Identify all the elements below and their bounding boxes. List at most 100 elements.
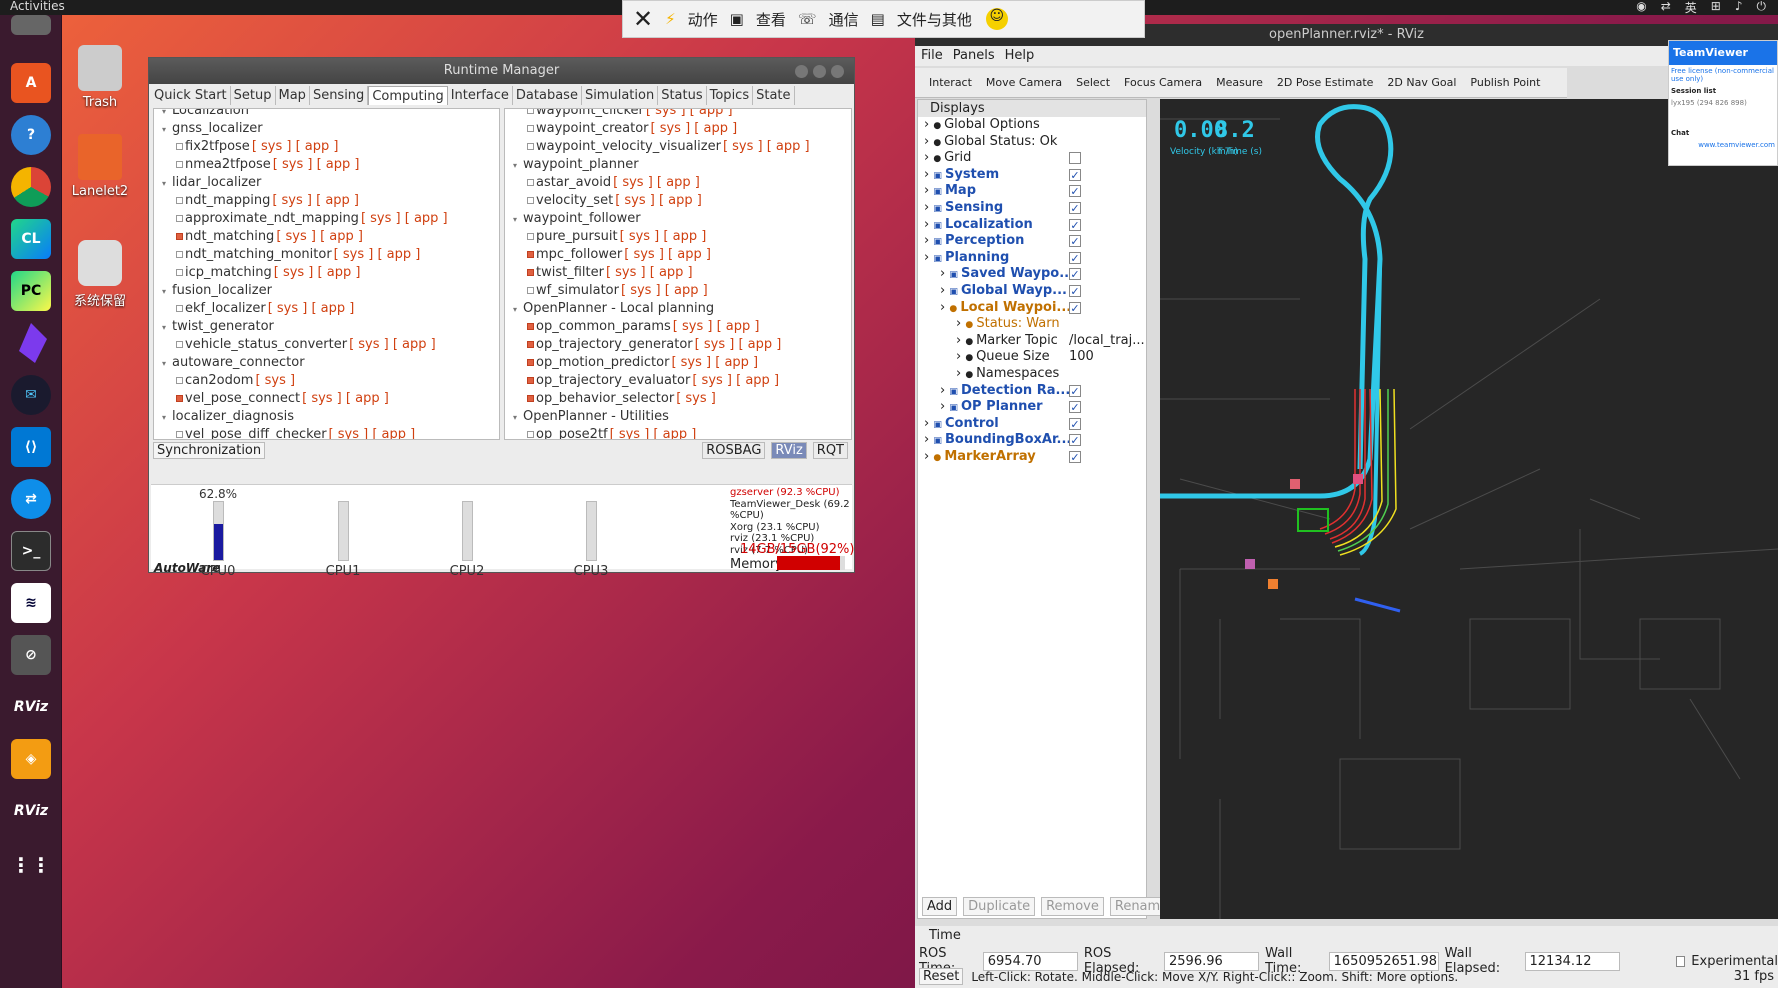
list-item[interactable]: waypoint_velocity_visualizer[ sys ] [ ap…	[505, 138, 851, 156]
expand-icon[interactable]: ›	[924, 200, 933, 215]
menu-files[interactable]: 文件与其他	[897, 9, 972, 30]
display-row[interactable]: › ● Global Status: Ok	[918, 134, 1146, 151]
help-icon[interactable]: ?	[11, 115, 51, 155]
node-checkbox[interactable]	[527, 431, 534, 438]
node-checkbox[interactable]	[176, 251, 183, 258]
chrome-tray-icon[interactable]: ◉	[1636, 0, 1646, 16]
app-link[interactable]: [ app ]	[690, 121, 737, 136]
display-row[interactable]: › ● Namespaces	[918, 366, 1146, 383]
list-item[interactable]: fix2tfpose[ sys ] [ app ]	[154, 138, 499, 156]
node-checkbox[interactable]	[527, 269, 534, 276]
expand-icon[interactable]: ›	[956, 349, 965, 364]
app-link[interactable]: [ app ]	[659, 229, 706, 244]
list-item[interactable]: ndt_matching[ sys ] [ app ]	[154, 228, 499, 246]
autoware-icon[interactable]: ≋	[11, 583, 51, 623]
sys-link[interactable]: [ sys ]	[274, 265, 314, 280]
display-row[interactable]: › ▣ Planning ✓	[918, 250, 1146, 267]
display-checkbox[interactable]: ✓	[1069, 284, 1081, 297]
display-checkbox[interactable]: ✓	[1069, 235, 1081, 248]
expand-icon[interactable]: ›	[924, 432, 933, 447]
display-row[interactable]: › ● Local Waypoi... ✓	[918, 300, 1146, 317]
display-row[interactable]: › ▣ Localization ✓	[918, 217, 1146, 234]
display-row[interactable]: › ▣ Saved Waypo... ✓	[918, 266, 1146, 283]
node-checkbox[interactable]	[176, 197, 183, 204]
sys-link[interactable]: [ sys ]	[302, 391, 342, 406]
desktop-icon-drive[interactable]: 系统保留	[55, 240, 145, 309]
expand-icon[interactable]: ›	[940, 383, 949, 398]
node-checkbox[interactable]	[176, 305, 183, 312]
expand-icon[interactable]: ›	[940, 300, 949, 315]
add-button[interactable]: Add	[922, 897, 958, 916]
menu-actions[interactable]: 动作	[688, 9, 718, 30]
app-grid-icon[interactable]: ⋮⋮	[11, 845, 51, 885]
expand-icon[interactable]: ›	[924, 167, 933, 182]
sys-link[interactable]: [ sys ]	[329, 427, 369, 439]
sys-link[interactable]: [ sys ]	[695, 337, 735, 352]
list-item[interactable]: ▾ autoware_connector	[154, 354, 499, 372]
node-checkbox[interactable]	[176, 269, 183, 276]
app-link[interactable]: [ app ]	[686, 109, 733, 118]
tab-state[interactable]: State	[753, 86, 795, 105]
display-row[interactable]: › ▣ Control ✓	[918, 416, 1146, 433]
desktop-icon-trash[interactable]: Trash	[55, 45, 145, 110]
list-item[interactable]: waypoint_creator[ sys ] [ app ]	[505, 120, 851, 138]
rviz-icon-2[interactable]: RViz	[11, 791, 51, 831]
display-row[interactable]: › ▣ Detection Ra... ✓	[918, 383, 1146, 400]
mailspring-icon[interactable]: ✉	[11, 375, 51, 415]
list-item[interactable]: op_motion_predictor[ sys ] [ app ]	[505, 354, 851, 372]
sys-link[interactable]: [ sys ]	[723, 139, 763, 154]
display-row[interactable]: › ● Queue Size 100	[918, 349, 1146, 366]
list-item[interactable]: wf_simulator[ sys ] [ app ]	[505, 282, 851, 300]
list-item[interactable]: mpc_follower[ sys ] [ app ]	[505, 246, 851, 264]
node-checkbox[interactable]	[176, 161, 183, 168]
close-button[interactable]	[831, 65, 844, 78]
tab-sensing[interactable]: Sensing	[310, 86, 369, 105]
app-link[interactable]: [ app ]	[646, 265, 693, 280]
display-checkbox[interactable]: ✓	[1069, 434, 1081, 447]
sys-link[interactable]: [ sys ]	[673, 319, 713, 334]
node-checkbox[interactable]	[527, 109, 534, 114]
app-link[interactable]: [ app ]	[389, 337, 436, 352]
list-item[interactable]: waypoint_clicker[ sys ] [ app ]	[505, 109, 851, 120]
activities-button[interactable]: Activities	[10, 0, 65, 13]
node-checkbox[interactable]	[176, 215, 183, 222]
expand-icon[interactable]: ▾	[162, 319, 172, 337]
app-link[interactable]: [ app ]	[712, 319, 760, 334]
node-checkbox[interactable]	[527, 179, 534, 186]
tab-status[interactable]: Status	[658, 86, 707, 105]
display-row[interactable]: › ● Grid	[918, 150, 1146, 167]
sys-link[interactable]: [ sys ]	[615, 193, 655, 208]
sys-link[interactable]: [ sys ]	[613, 175, 653, 190]
list-item[interactable]: velocity_set[ sys ] [ app ]	[505, 192, 851, 210]
sys-link[interactable]: [ sys ]	[349, 337, 389, 352]
sys-link[interactable]: [ sys ]	[651, 121, 691, 136]
sublime-merge-icon[interactable]: ◈	[11, 739, 51, 779]
expand-icon[interactable]: ▾	[513, 211, 523, 229]
menu-file[interactable]: File	[921, 46, 943, 66]
expand-icon[interactable]: ›	[956, 366, 965, 381]
expand-icon[interactable]: ›	[956, 316, 965, 331]
node-checkbox[interactable]	[527, 323, 534, 330]
display-checkbox[interactable]: ✓	[1069, 384, 1081, 397]
teamviewer-link[interactable]: www.teamviewer.com	[1669, 139, 1777, 151]
node-checkbox[interactable]	[527, 395, 534, 402]
expand-icon[interactable]: ▾	[513, 301, 523, 319]
expand-icon[interactable]: ›	[924, 416, 933, 431]
expand-icon[interactable]: ▾	[162, 283, 172, 301]
pycharm-icon[interactable]: PC	[11, 271, 51, 311]
synchronization-button[interactable]: Synchronization	[153, 442, 266, 459]
app-link[interactable]: [ app ]	[316, 229, 363, 244]
chat-section[interactable]: Chat	[1669, 127, 1777, 139]
app-link[interactable]: [ app ]	[653, 175, 700, 190]
no-entry-icon[interactable]: ⊘	[11, 635, 51, 675]
list-item[interactable]: can2odom[ sys ]	[154, 372, 499, 390]
display-row[interactable]: › ● Global Options	[918, 117, 1146, 134]
tab-interface[interactable]: Interface	[448, 86, 513, 105]
app-link[interactable]: [ app ]	[312, 157, 360, 172]
expand-icon[interactable]: ›	[924, 183, 933, 198]
list-item[interactable]: astar_avoid[ sys ] [ app ]	[505, 174, 851, 192]
list-item[interactable]: op_trajectory_evaluator[ sys ] [ app ]	[505, 372, 851, 390]
sys-link[interactable]: [ sys ]	[273, 157, 313, 172]
3d-viewport[interactable]: 0.00 8.2 Velocity (km/h) T Time (s)	[1160, 99, 1778, 919]
display-checkbox[interactable]: ✓	[1069, 251, 1081, 264]
